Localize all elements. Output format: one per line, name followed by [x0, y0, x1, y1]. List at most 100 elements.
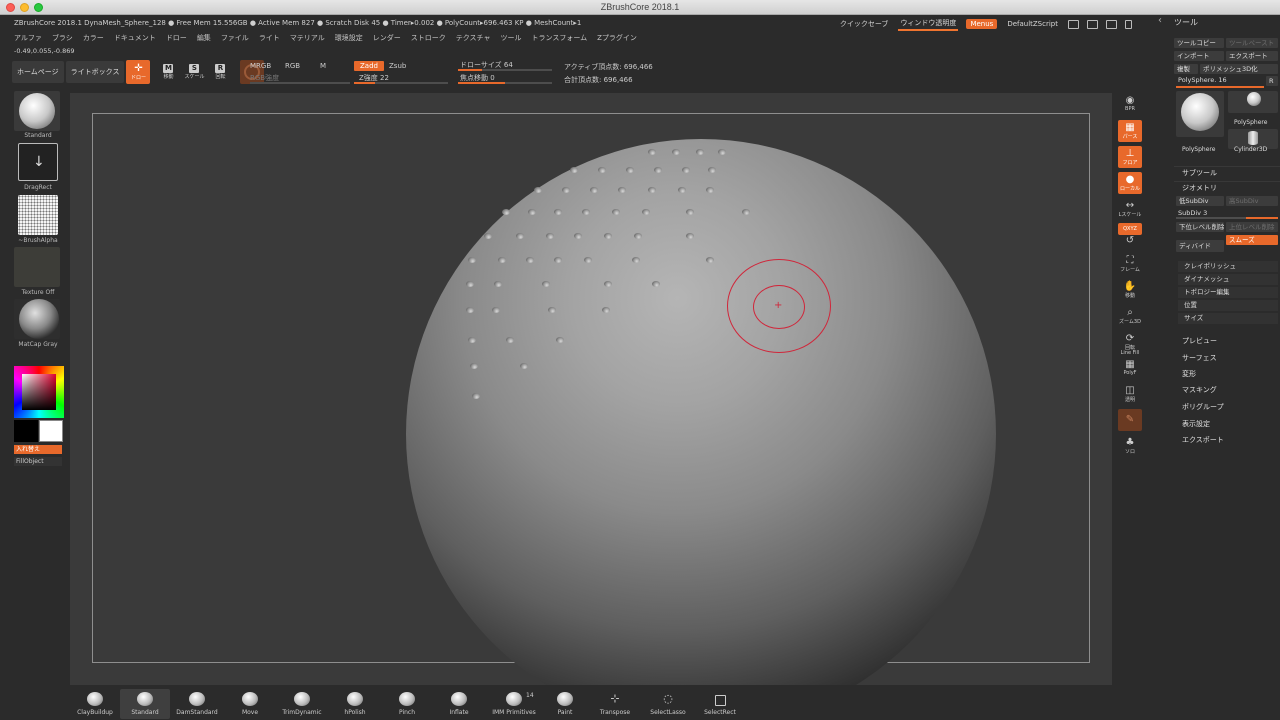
menu-tool[interactable]: ツール: [500, 33, 521, 43]
zadd-toggle[interactable]: Zadd: [354, 61, 384, 71]
ui-preset-icon[interactable]: [1106, 19, 1117, 29]
brush-hpolish[interactable]: hPolish: [330, 689, 380, 719]
solo-button[interactable]: ♣ ソロ: [1118, 435, 1142, 457]
z-intensity-slider[interactable]: [354, 82, 448, 84]
menu-preferences[interactable]: 環境設定: [335, 33, 363, 43]
current-tool-thumbnail[interactable]: [1176, 91, 1224, 137]
rgb-toggle[interactable]: RGB: [285, 62, 300, 70]
perspective-button[interactable]: ▦ パース: [1118, 120, 1142, 142]
deformation-section[interactable]: 変形: [1174, 368, 1280, 380]
texture-selector[interactable]: [14, 247, 60, 287]
frame-button[interactable]: ⛶ フレーム: [1118, 253, 1142, 275]
menu-file[interactable]: ファイル: [221, 33, 249, 43]
collapse-arrow-icon[interactable]: ‹: [1158, 15, 1162, 26]
main-color-swatch[interactable]: [39, 420, 63, 442]
zoom3d-button[interactable]: ⌕ ズーム3D: [1118, 305, 1142, 327]
menu-brush[interactable]: ブラシ: [52, 33, 73, 43]
brush-damstandard[interactable]: DamStandard: [172, 689, 222, 719]
floor-button[interactable]: ⊥ フロア: [1118, 146, 1142, 168]
rgb-intensity-slider[interactable]: [250, 82, 350, 84]
quicksave-button[interactable]: クイックセーブ: [838, 18, 891, 30]
copy-tool-button[interactable]: ツールコピー: [1174, 38, 1224, 48]
layout-slider-icon[interactable]: [1068, 19, 1079, 29]
local-button[interactable]: ● ローカル: [1118, 172, 1142, 194]
brush-inflate[interactable]: Inflate: [434, 689, 484, 719]
rotate-mode-button[interactable]: R 回転: [208, 60, 232, 84]
mrgb-toggle[interactable]: MRGB: [250, 62, 271, 70]
color-picker[interactable]: [14, 366, 64, 418]
line-fill-button[interactable]: Line Fill: [1118, 349, 1142, 357]
menu-zplugin[interactable]: Zプラグイン: [597, 33, 637, 43]
menu-transform[interactable]: トランスフォーム: [531, 33, 587, 43]
export-tool-button[interactable]: エクスポート: [1226, 51, 1278, 61]
homepage-button[interactable]: ホームページ: [12, 61, 64, 83]
transpose-tool[interactable]: ⊹ Transpose: [590, 689, 640, 719]
move-mode-button[interactable]: M 移動: [156, 60, 180, 84]
draw-mode-button[interactable]: ✛ ドロー: [126, 60, 151, 84]
brush-move[interactable]: Move: [225, 689, 275, 719]
delete-lower-button[interactable]: 下位レベル削除: [1176, 222, 1224, 232]
menu-alpha[interactable]: アルファ: [14, 33, 42, 43]
brush-pinch[interactable]: Pinch: [382, 689, 432, 719]
stroke-selector[interactable]: ↓: [18, 143, 58, 181]
masking-section[interactable]: マスキング: [1174, 384, 1280, 396]
polyframe-button[interactable]: ▦ PolyF: [1118, 357, 1142, 379]
m-toggle[interactable]: M: [320, 62, 326, 70]
position-subsection[interactable]: 位置: [1178, 300, 1278, 311]
menu-color[interactable]: カラー: [83, 33, 104, 43]
geometry-section[interactable]: ジオメトリ: [1174, 181, 1280, 193]
clone-button[interactable]: 複製: [1174, 64, 1198, 74]
surface-section[interactable]: サーフェス: [1174, 352, 1280, 364]
color-saturation-square[interactable]: [22, 374, 56, 410]
scale-mode-button[interactable]: S スケール: [182, 60, 206, 84]
menu-light[interactable]: ライト: [259, 33, 280, 43]
select-lasso-tool[interactable]: ◌ SelectLasso: [643, 689, 693, 719]
higher-subdiv-button[interactable]: 高SubDiv: [1226, 196, 1278, 206]
menu-edit[interactable]: 編集: [197, 33, 211, 43]
transparency-button[interactable]: ◫ 透明: [1118, 383, 1142, 405]
menu-texture[interactable]: テクスチャ: [456, 33, 491, 43]
ghost-button[interactable]: ✎: [1118, 409, 1142, 431]
menu-document[interactable]: ドキュメント: [114, 33, 156, 43]
lightbox-button[interactable]: ライトボックス: [65, 61, 125, 83]
paste-tool-button[interactable]: ツールペースト: [1226, 38, 1278, 48]
size-subsection[interactable]: サイズ: [1178, 313, 1278, 324]
swap-colors-button[interactable]: 入れ替え: [14, 445, 62, 454]
menu-stroke[interactable]: ストローク: [411, 33, 446, 43]
display-properties-section[interactable]: 表示設定: [1174, 418, 1280, 430]
make-polymesh-button[interactable]: ポリメッシュ3D化: [1200, 64, 1278, 74]
lock-icon[interactable]: [1125, 19, 1132, 29]
lower-subdiv-button[interactable]: 低SubDiv: [1176, 196, 1224, 206]
menu-render[interactable]: レンダー: [373, 33, 401, 43]
claypolish-subsection[interactable]: クレイポリッシュ: [1178, 261, 1278, 272]
subtool-section[interactable]: サブツール: [1174, 166, 1280, 178]
alpha-selector[interactable]: [18, 195, 58, 235]
preview-section[interactable]: プレビュー: [1174, 335, 1280, 347]
default-zscript-button[interactable]: DefaultZScript: [1005, 19, 1060, 29]
export-section[interactable]: エクスポート: [1174, 434, 1280, 446]
current-tool-slider[interactable]: [1176, 86, 1264, 88]
brush-standard[interactable]: Standard: [120, 689, 170, 719]
dynamesh-subsection[interactable]: ダイナメッシュ: [1178, 274, 1278, 285]
brush-imm-primitives[interactable]: IMM Primitives 14: [486, 689, 542, 719]
window-layout-icon[interactable]: [1087, 19, 1098, 29]
material-selector[interactable]: [14, 299, 60, 339]
divide-button[interactable]: ディバイド: [1176, 240, 1224, 252]
reset-tool-button[interactable]: R: [1266, 76, 1278, 86]
local-scale-button[interactable]: ↔ Lスケール: [1118, 198, 1142, 220]
polysphere-tool-thumb[interactable]: [1228, 91, 1278, 113]
xyz-rotation-button[interactable]: QXYZ: [1118, 223, 1142, 235]
draw-size-slider[interactable]: [458, 69, 552, 71]
select-rect-tool[interactable]: SelectRect: [695, 689, 745, 719]
brush-claybuildup[interactable]: ClayBuildup: [70, 689, 120, 719]
brush-trimdynamic[interactable]: TrimDynamic: [277, 689, 327, 719]
zsub-toggle[interactable]: Zsub: [389, 62, 406, 70]
menu-material[interactable]: マテリアル: [290, 33, 325, 43]
secondary-color-swatch[interactable]: [14, 420, 38, 442]
smooth-toggle[interactable]: スムーズ: [1226, 235, 1278, 245]
subdiv-level-slider[interactable]: [1176, 217, 1278, 219]
fill-object-button[interactable]: FillObject: [14, 457, 62, 466]
polygroups-section[interactable]: ポリグループ: [1174, 401, 1280, 413]
rotation-axis-icon[interactable]: ↺: [1118, 235, 1142, 247]
brush-paint[interactable]: Paint: [540, 689, 590, 719]
